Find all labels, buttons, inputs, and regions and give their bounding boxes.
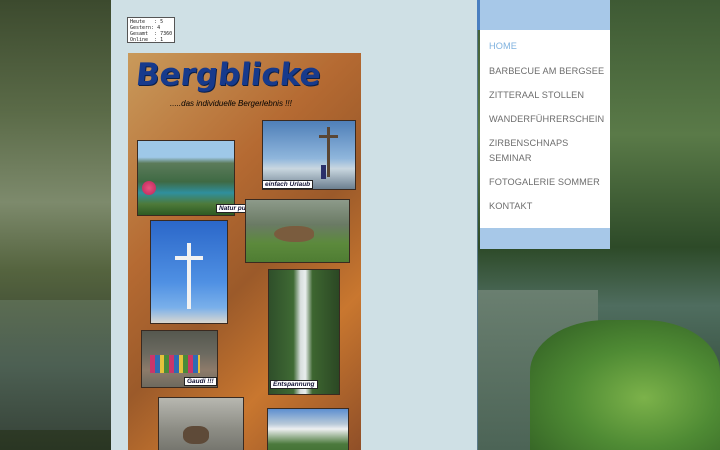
background-lake-left xyxy=(0,300,112,430)
photo-ibex xyxy=(158,397,244,450)
photo-marmot xyxy=(245,199,350,263)
flower-shape xyxy=(142,181,156,195)
poster-title: Bergblicke xyxy=(134,57,323,93)
counter-online: Online : 1 xyxy=(130,37,164,43)
cross-beam xyxy=(175,256,203,260)
nav-item-kontakt[interactable]: KONTAKT xyxy=(489,199,532,214)
cross-post xyxy=(187,243,191,309)
nav-item-home[interactable]: HOME xyxy=(489,39,517,54)
visitor-counter: Heute : 5 Gestern: 4 Gesamt : 7360 Onlin… xyxy=(127,17,175,43)
group-people-shape xyxy=(150,355,200,373)
cross-beam xyxy=(319,135,338,138)
photo-waterfall xyxy=(268,269,340,395)
photo-hiker-mountains xyxy=(267,408,349,450)
label-gaudi: Gaudi !!! xyxy=(184,377,217,386)
nav-item-zitteraal[interactable]: ZITTERAAL STOLLEN xyxy=(489,88,584,103)
person-shape xyxy=(321,165,326,179)
label-urlaub: einfach Urlaub xyxy=(262,180,314,189)
nav-item-seminar[interactable]: SEMINAR xyxy=(489,151,532,166)
poster-subtitle: .....das individuelle Bergerlebnis !!! xyxy=(170,99,292,108)
ibex-shape xyxy=(183,426,209,444)
nav-item-barbecue[interactable]: BARBECUE AM BERGSEE xyxy=(489,64,604,79)
background-bush xyxy=(530,320,720,450)
marmot-shape xyxy=(274,226,314,242)
main-navigation: HOME BARBECUE AM BERGSEE ZITTERAAL STOLL… xyxy=(480,30,610,228)
bergblicke-poster: Bergblicke .....das individuelle Bergerl… xyxy=(128,53,361,450)
photo-summit-cross-sky xyxy=(150,220,228,324)
nav-item-wanderfuehrerschein[interactable]: WANDERFÜHRERSCHEIN xyxy=(489,112,604,127)
nav-item-fotogalerie[interactable]: FOTOGALERIE SOMMER xyxy=(489,175,600,190)
nav-item-zirbenschnaps[interactable]: ZIRBENSCHNAPS xyxy=(489,136,568,151)
label-entspannung: Entspannung xyxy=(270,380,318,389)
